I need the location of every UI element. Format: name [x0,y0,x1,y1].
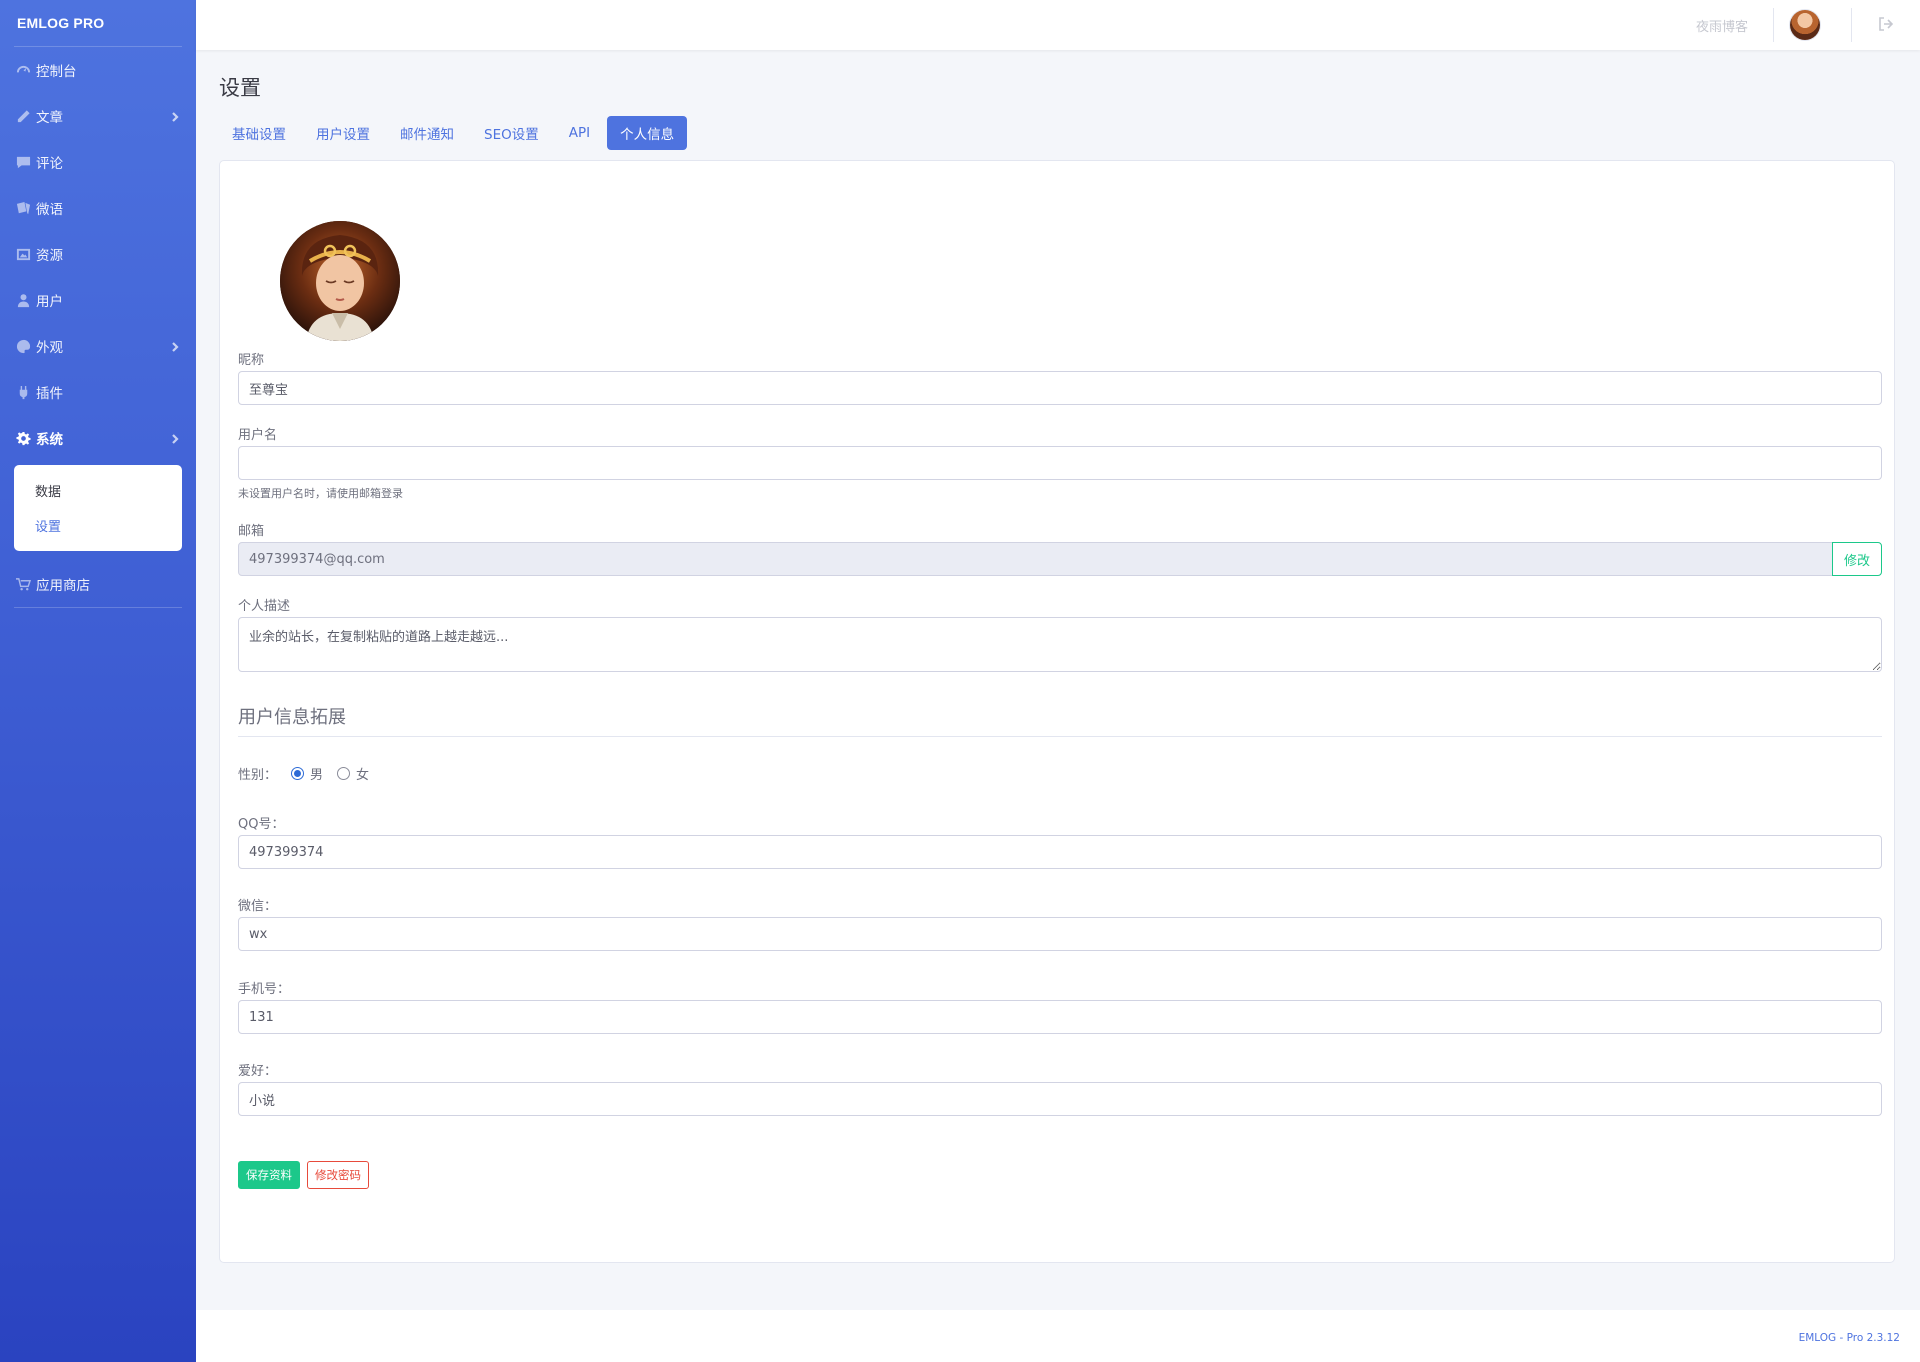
gender-male-option[interactable]: 男 [291,764,323,783]
user-avatar[interactable] [1790,10,1820,40]
sidebar-divider [14,607,182,608]
settings-tabs: 基础设置 用户设置 邮件通知 SEO设置 API 个人信息 [219,116,688,150]
profile-card: 昵称 用户名 未设置用户名时，请使用邮箱登录 邮箱 修改 个人描述 业余的站长，… [219,160,1895,1263]
sidebar-item-label: 文章 [36,110,63,126]
email-label: 邮箱 [238,524,265,539]
gender-female-option[interactable]: 女 [337,764,369,783]
sidebar: EMLOG PRO 控制台 文章 评论 微语 资源 用户 外观 插件 系统 数据… [0,0,196,1362]
gender-field: 性别： 男 女 [238,764,383,783]
sidebar-item-media[interactable]: 资源 [0,231,196,277]
image-icon [14,245,32,263]
topbar-divider [1773,8,1774,42]
edit-email-button[interactable]: 修改 [1832,542,1882,576]
note-icon [14,199,32,217]
palette-icon [14,337,32,355]
main-content: 设置 基础设置 用户设置 邮件通知 SEO设置 API 个人信息 昵称 至尊宝 … [196,50,1920,1310]
sidebar-item-label: 用户 [36,294,63,310]
chevron-right-icon [170,110,182,122]
tab-profile[interactable]: 个人信息 [607,116,688,150]
gender-male-radio[interactable] [291,767,305,780]
sidebar-item-system[interactable]: 系统 [0,415,196,461]
description-textarea[interactable]: 业余的站长，在复制粘贴的道路上越走越远... [238,617,1882,672]
tab-basic-settings[interactable]: 基础设置 [219,116,299,150]
sidebar-item-notes[interactable]: 微语 [0,185,196,231]
tab-user-settings[interactable]: 用户设置 [303,116,383,150]
section-divider [238,736,1882,737]
nickname-input[interactable] [238,371,1882,405]
sidebar-item-label: 微语 [36,202,63,218]
sidebar-item-label: 应用商店 [36,578,90,594]
sidebar-item-articles[interactable]: 文章 [0,93,196,139]
cart-icon [14,575,32,593]
pencil-icon [14,107,32,125]
gender-label: 性别： [238,768,278,783]
phone-label: 手机号： [238,982,291,997]
change-password-button[interactable]: 修改密码 [307,1161,369,1189]
sidebar-item-plugins[interactable]: 插件 [0,369,196,415]
sidebar-item-comments[interactable]: 评论 [0,139,196,185]
system-submenu: 数据 设置 [14,465,182,551]
avatar-illustration [280,221,400,341]
tab-mail-notify[interactable]: 邮件通知 [387,116,467,150]
username-help-text: 未设置用户名时，请使用邮箱登录 [238,487,403,500]
tab-seo-settings[interactable]: SEO设置 [471,116,552,150]
description-label: 个人描述 [238,599,291,614]
qq-label: QQ号： [238,817,285,832]
username-input[interactable] [238,446,1882,480]
hobby-input[interactable] [238,1082,1882,1116]
gender-female-label: 女 [356,768,370,783]
sidebar-item-appearance[interactable]: 外观 [0,323,196,369]
sidebar-item-label: 控制台 [36,64,77,80]
sidebar-item-app-store[interactable]: 应用商店 [0,561,196,607]
sidebar-item-users[interactable]: 用户 [0,277,196,323]
brand-logo[interactable]: EMLOG PRO [0,0,196,46]
phone-input[interactable] [238,1000,1882,1034]
save-profile-button[interactable]: 保存资料 [238,1161,300,1189]
hobby-label: 爱好： [238,1064,278,1079]
gauge-icon [14,61,32,79]
user-icon [14,291,32,309]
version-text: EMLOG - Pro 2.3.12 [1798,1332,1900,1344]
wechat-input[interactable] [238,917,1882,951]
sidebar-item-label: 资源 [36,248,63,264]
blog-name-link[interactable]: 夜雨博客 [1696,0,1748,50]
email-input[interactable] [238,542,1838,576]
wechat-label: 微信： [238,899,278,914]
sidebar-item-label: 评论 [36,156,63,172]
logout-icon[interactable] [1878,16,1896,34]
sidebar-item-label: 插件 [36,386,63,402]
profile-avatar[interactable] [280,221,400,341]
chevron-right-icon [170,432,182,444]
username-label: 用户名 [238,428,278,443]
extension-section-title: 用户信息拓展 [238,707,346,728]
sidebar-item-label: 系统 [36,432,63,448]
topbar: 夜雨博客 [196,0,1920,50]
chevron-right-icon [170,340,182,352]
qq-input[interactable] [238,835,1882,869]
sidebar-item-dashboard[interactable]: 控制台 [0,47,196,93]
gear-icon [14,429,32,447]
nickname-label: 昵称 [238,353,265,368]
submenu-item-data[interactable]: 数据 [14,473,182,508]
comment-icon [14,153,32,171]
sidebar-item-label: 外观 [36,340,63,356]
gender-male-label: 男 [310,768,324,783]
topbar-divider [1851,8,1852,42]
submenu-item-settings[interactable]: 设置 [14,508,182,543]
tab-api[interactable]: API [556,116,603,150]
plug-icon [14,383,32,401]
gender-female-radio[interactable] [337,767,351,780]
page-title: 设置 [219,76,261,100]
footer: EMLOG - Pro 2.3.12 [196,1310,1920,1362]
